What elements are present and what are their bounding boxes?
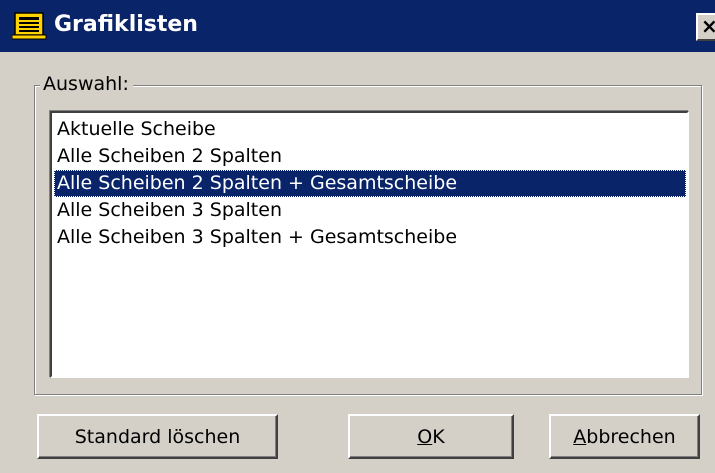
ok-mnemonic: O [417,425,433,448]
group-label: Auswahl: [40,71,133,97]
list-window-icon [12,12,47,40]
list-item[interactable]: Alle Scheiben 3 Spalten [54,197,686,224]
close-icon: × [701,15,715,38]
standard-loeschen-button[interactable]: Standard löschen [37,414,278,459]
title-bar[interactable]: Grafiklisten × [0,0,715,52]
list-item[interactable]: Aktuelle Scheibe [54,116,686,143]
ok-button[interactable]: OK [348,414,514,459]
abbrechen-button[interactable]: Abbrechen [549,414,700,459]
list-item-selected[interactable]: Alle Scheiben 2 Spalten + Gesamtscheibe [54,170,686,197]
abbrechen-mnemonic: A [573,425,587,448]
standard-loeschen-label: Standard löschen [74,425,241,448]
close-button[interactable]: × [696,13,715,41]
ok-label-rest: K [432,425,445,448]
list-item[interactable]: Alle Scheiben 2 Spalten [54,143,686,170]
selection-listbox[interactable]: Aktuelle Scheibe Alle Scheiben 2 Spalten… [50,111,689,378]
grafiklisten-dialog: Grafiklisten × Auswahl: Aktuelle Scheibe… [0,0,715,473]
list-item[interactable]: Alle Scheiben 3 Spalten + Gesamtscheibe [54,224,686,251]
abbrechen-label-rest: bbrechen [586,425,676,448]
window-title: Grafiklisten [54,12,198,37]
